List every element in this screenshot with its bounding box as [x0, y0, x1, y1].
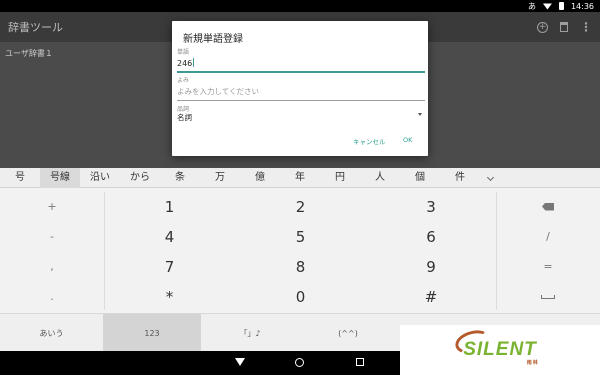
key-7[interactable]: 7	[104, 252, 235, 281]
backspace-key[interactable]	[496, 192, 600, 221]
key-6[interactable]: 6	[366, 222, 496, 251]
recents-icon[interactable]	[356, 358, 364, 366]
watermark-logo: SILENT 雨林	[400, 325, 600, 375]
word-value: 246	[177, 59, 193, 68]
suggestion-item[interactable]: 年	[280, 168, 320, 188]
key-4[interactable]: 4	[104, 222, 235, 251]
suggestion-item-selected[interactable]: 号線	[40, 167, 80, 188]
suggestion-item[interactable]: 円	[320, 168, 360, 188]
suggestion-item[interactable]: 条	[160, 168, 200, 188]
cancel-button[interactable]: キャンセル	[353, 136, 386, 146]
chevron-down-icon	[486, 173, 494, 182]
key-3[interactable]: 3	[366, 192, 496, 221]
suggestion-item[interactable]: 人	[360, 168, 400, 188]
word-label: 単語	[177, 49, 190, 56]
key-1[interactable]: 1	[104, 192, 235, 221]
ok-button[interactable]: OK	[403, 136, 412, 144]
word-underline	[177, 71, 425, 73]
key-plus[interactable]: +	[0, 192, 104, 221]
keyboard-divider	[496, 192, 497, 310]
suggestion-item[interactable]: 号	[0, 168, 40, 188]
pos-select[interactable]: 名詞	[177, 112, 192, 123]
key-minus[interactable]: -	[0, 222, 104, 251]
backspace-icon	[542, 202, 554, 211]
key-5[interactable]: 5	[235, 222, 366, 251]
key-2[interactable]: 2	[235, 192, 366, 221]
numeric-keyboard: + 1 2 3 - 4 5 6 / , 7 8 9 = . * 0 #	[0, 188, 600, 313]
clock: 14:36	[570, 1, 594, 11]
expand-suggestions-button[interactable]	[480, 172, 500, 183]
key-equals[interactable]: =	[496, 252, 600, 281]
key-slash[interactable]: /	[496, 222, 600, 251]
status-bar: あ 14:36	[0, 0, 600, 12]
dialog-title: 新規単語登録	[183, 34, 243, 45]
mode-hiragana[interactable]: あいう	[0, 314, 103, 352]
key-hash[interactable]: #	[366, 282, 496, 311]
suggestion-item[interactable]: から	[120, 168, 160, 188]
reading-label: よみ	[177, 77, 190, 84]
space-key[interactable]	[496, 282, 600, 311]
home-icon[interactable]	[295, 358, 304, 367]
space-icon	[541, 294, 555, 299]
suggestion-item[interactable]: 個	[400, 168, 440, 188]
wifi-icon	[542, 3, 552, 10]
key-9[interactable]: 9	[366, 252, 496, 281]
suggestion-bar: 号 号線 沿い から 条 万 億 年 円 人 個 件	[0, 167, 600, 188]
key-0[interactable]: 0	[235, 282, 366, 311]
new-word-dialog: 新規単語登録 単語 246 よみ よみを入力してください 品詞 名詞 キャンセル…	[172, 21, 428, 156]
dropdown-arrow-icon[interactable]	[418, 113, 422, 116]
back-icon[interactable]	[235, 358, 245, 366]
ime-indicator: あ	[527, 1, 536, 11]
suggestion-item[interactable]: 万	[200, 168, 240, 188]
watermark-sub: 雨林	[526, 360, 539, 366]
key-period[interactable]: .	[0, 282, 104, 311]
trash-icon[interactable]	[560, 22, 568, 32]
more-vert-icon[interactable]: ⋮	[580, 20, 592, 34]
key-comma[interactable]: ,	[0, 252, 104, 281]
key-8[interactable]: 8	[235, 252, 366, 281]
watermark-text: SILENT 雨林	[452, 326, 538, 366]
reading-input[interactable]: よみを入力してください	[177, 86, 259, 97]
text-cursor	[193, 58, 195, 67]
mode-symbols[interactable]: 「」♪	[201, 314, 299, 352]
add-circle-icon[interactable]: +	[537, 21, 548, 33]
suggestion-item[interactable]: 億	[240, 168, 280, 188]
suggestion-item[interactable]: 沿い	[80, 168, 120, 188]
battery-icon	[558, 2, 564, 10]
mode-numeric[interactable]: 123	[103, 314, 201, 352]
keyboard-divider	[104, 192, 105, 310]
word-input[interactable]: 246	[177, 58, 195, 68]
key-asterisk[interactable]: *	[104, 282, 235, 311]
mode-emoticons[interactable]: (^^)	[299, 314, 397, 352]
suggestion-item[interactable]: 件	[440, 168, 480, 188]
reading-underline	[177, 100, 425, 101]
